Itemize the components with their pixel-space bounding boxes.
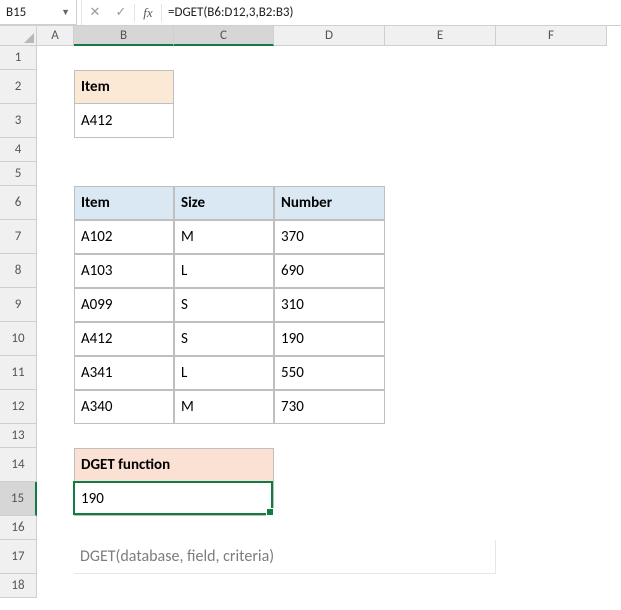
table-cell[interactable]: A412	[74, 322, 174, 356]
column-header[interactable]: E	[385, 26, 496, 46]
formula-input[interactable]	[162, 0, 621, 25]
table-cell[interactable]: 690	[274, 254, 385, 288]
column-header[interactable]: B	[74, 26, 174, 46]
row-header[interactable]: 8	[0, 254, 37, 288]
table-cell[interactable]: A102	[74, 220, 174, 254]
table-header[interactable]: Item	[74, 186, 174, 220]
confirm-button[interactable]: ✓	[108, 0, 134, 25]
insert-function-button[interactable]: fx	[135, 0, 161, 25]
result-title[interactable]: DGET function	[74, 448, 274, 482]
table-header[interactable]: Size	[174, 186, 274, 220]
column-header[interactable]: D	[274, 26, 385, 46]
row-header[interactable]: 11	[0, 356, 37, 390]
table-cell[interactable]: 730	[274, 390, 385, 424]
column-header[interactable]: A	[37, 26, 74, 46]
column-header[interactable]: F	[496, 26, 607, 46]
table-cell[interactable]: L	[174, 254, 274, 288]
row-header[interactable]: 6	[0, 186, 37, 220]
row-header[interactable]: 7	[0, 220, 37, 254]
row-header[interactable]: 12	[0, 390, 37, 424]
table-cell[interactable]: A340	[74, 390, 174, 424]
name-box[interactable]: B15 ▼	[0, 0, 77, 25]
row-header[interactable]: 4	[0, 138, 37, 162]
table-cell[interactable]: S	[174, 288, 274, 322]
row-header[interactable]: 5	[0, 162, 37, 186]
formula-bar: B15 ▼ ✕ ✓ fx	[0, 0, 621, 26]
column-header[interactable]: C	[174, 26, 274, 46]
footnote: DGET(database, field, criteria)	[74, 540, 496, 574]
row-header[interactable]: 9	[0, 288, 37, 322]
name-box-value: B15	[6, 5, 26, 20]
table-cell[interactable]: M	[174, 220, 274, 254]
table-cell[interactable]: 310	[274, 288, 385, 322]
row-header[interactable]: 2	[0, 70, 37, 104]
row-header[interactable]: 13	[0, 424, 37, 448]
result-value[interactable]: 190	[74, 482, 274, 516]
select-all-corner[interactable]	[0, 26, 37, 46]
row-header[interactable]: 3	[0, 104, 37, 138]
table-cell[interactable]: S	[174, 322, 274, 356]
table-header[interactable]: Number	[274, 186, 385, 220]
table-cell[interactable]: A341	[74, 356, 174, 390]
criteria-value[interactable]: A412	[74, 104, 174, 138]
row-header[interactable]: 15	[0, 482, 37, 516]
table-cell[interactable]: 190	[274, 322, 385, 356]
criteria-header[interactable]: Item	[74, 70, 174, 104]
row-header[interactable]: 17	[0, 540, 37, 574]
table-cell[interactable]: L	[174, 356, 274, 390]
chevron-down-icon[interactable]: ▼	[61, 7, 70, 18]
row-header[interactable]: 10	[0, 322, 37, 356]
row-header[interactable]: 18	[0, 574, 37, 598]
table-cell[interactable]: A099	[74, 288, 174, 322]
table-cell[interactable]: 550	[274, 356, 385, 390]
row-header[interactable]: 16	[0, 516, 37, 540]
row-header[interactable]: 14	[0, 448, 37, 482]
cancel-button[interactable]: ✕	[82, 0, 108, 25]
table-cell[interactable]: M	[174, 390, 274, 424]
table-cell[interactable]: 370	[274, 220, 385, 254]
row-header[interactable]: 1	[0, 46, 37, 70]
table-cell[interactable]: A103	[74, 254, 174, 288]
